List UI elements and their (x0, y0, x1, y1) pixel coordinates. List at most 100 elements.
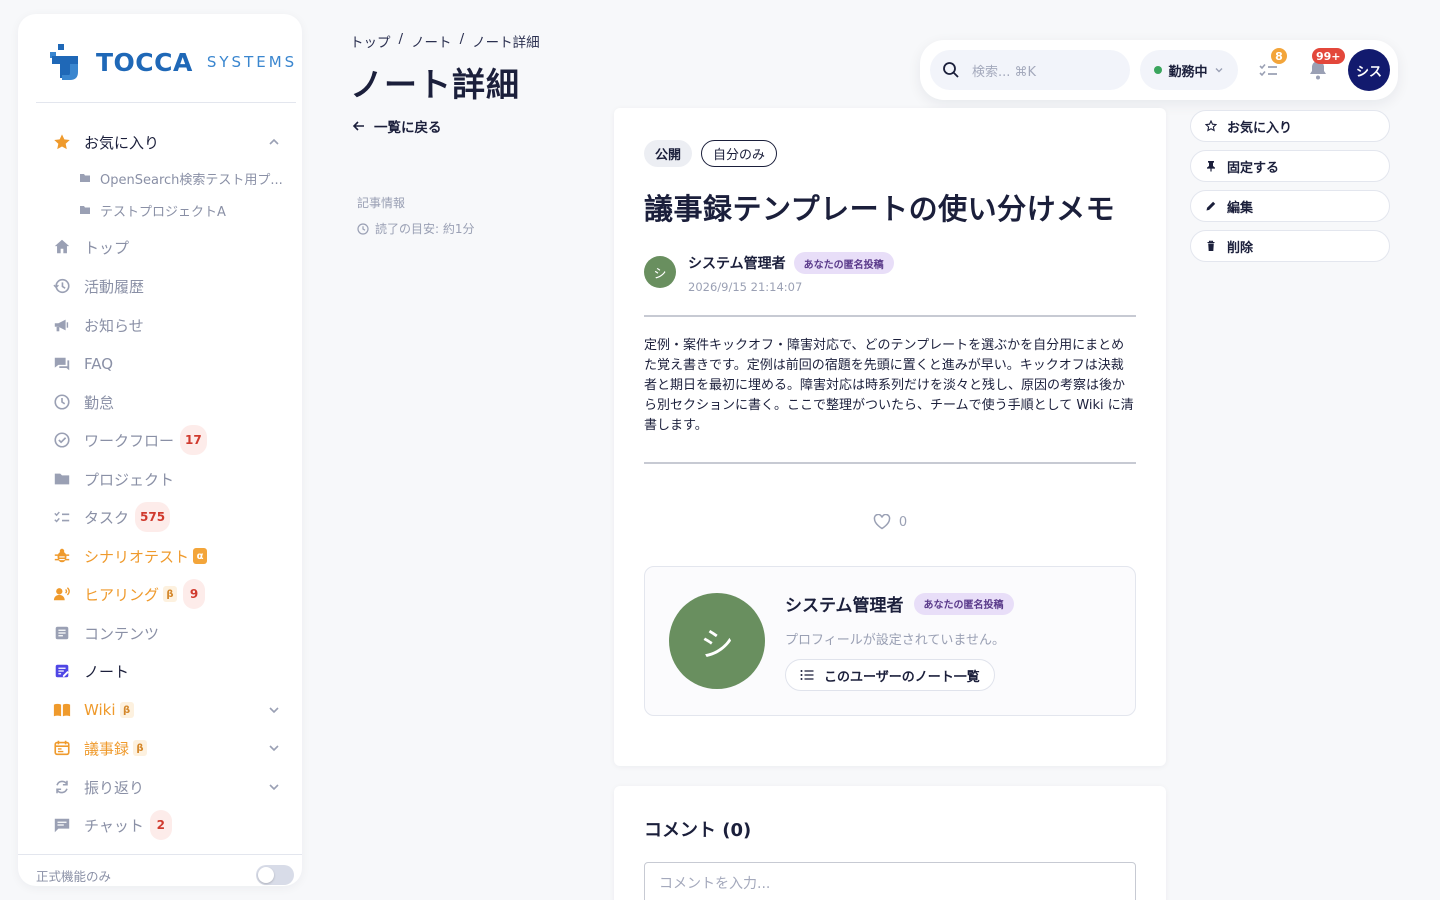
author-name[interactable]: システム管理者 (688, 253, 786, 273)
chevron-down-icon[interactable] (268, 781, 280, 793)
pin-button[interactable]: 固定する (1190, 150, 1390, 182)
public-chip: 公開 (644, 140, 693, 167)
anonymous-post-badge: あなたの匿名投稿 (793, 252, 894, 274)
profile-name[interactable]: システム管理者 (785, 591, 904, 616)
sidebar-item-faq[interactable]: FAQ (18, 346, 302, 382)
users-voice-icon (52, 584, 72, 604)
book-icon (52, 700, 72, 720)
article-body: 定例・案件キックオフ・障害対応で、どのテンプレートを選ぶかを自分用にまとめた覚え… (644, 338, 1134, 433)
check-circle-icon (52, 430, 72, 450)
work-status-dropdown[interactable]: 勤務中 (1140, 50, 1238, 90)
visibility-chips: 公開 自分のみ (644, 140, 778, 167)
sidebar-item-wiki[interactable]: Wiki β (18, 692, 302, 728)
sidebar-item-task[interactable]: タスク 575 (18, 499, 302, 535)
delete-button[interactable]: 削除 (1190, 230, 1390, 262)
brand-name: TOCCA (96, 47, 193, 77)
back-link-label: 一覧に戻る (374, 120, 442, 136)
pin-icon (1207, 161, 1215, 172)
sidebar-item-contents[interactable]: コンテンツ (18, 615, 302, 651)
hearing-count-badge: 9 (183, 579, 206, 609)
back-to-list-link[interactable]: 一覧に戻る (352, 116, 442, 136)
edit-label: 編集 (1227, 200, 1254, 216)
breadcrumb-item-note[interactable]: ノート (411, 31, 452, 51)
alpha-tag: α (193, 548, 208, 564)
favorite-button[interactable]: お気に入り (1190, 110, 1390, 142)
sidebar-item-attendance[interactable]: 勤怠 (18, 384, 302, 420)
sidebar-item-label: 振り返り (84, 778, 145, 797)
sidebar-item-note[interactable]: ノート (18, 653, 302, 689)
sidebar-item-minutes[interactable]: 議事録 β (18, 730, 302, 766)
notifications-count-badge: 99+ (1312, 48, 1345, 64)
favorite-label: お気に入り (1227, 120, 1293, 136)
page-title: ノート詳細 (350, 65, 520, 104)
chevron-up-icon[interactable] (268, 136, 280, 148)
brand-logo[interactable]: TOCCA SYSTEMS (48, 40, 297, 84)
anonymous-post-badge: あなたの匿名投稿 (913, 592, 1014, 615)
sidebar-item-retrospective[interactable]: 振り返り (18, 769, 302, 805)
sidebar-item-project[interactable]: プロジェクト (18, 461, 302, 497)
sidebar-item-label: お気に入り (84, 133, 160, 152)
sidebar-favorite-item[interactable]: テストプロジェクトA (18, 195, 302, 225)
user-notes-list-button[interactable]: このユーザーのノート一覧 (785, 659, 995, 691)
checklist-icon (52, 507, 72, 527)
read-time-text: 読了の目安: 約1分 (375, 222, 475, 236)
sidebar-item-news[interactable]: お知らせ (18, 307, 302, 343)
comments-title: コメント (0) (644, 820, 752, 841)
sidebar-item-label: FAQ (84, 355, 114, 373)
sidebar-item-label: テストプロジェクトA (100, 204, 226, 220)
pin-label: 固定する (1227, 160, 1280, 176)
author-name-row: システム管理者 あなたの匿名投稿 (688, 252, 894, 274)
chevron-down-icon[interactable] (268, 704, 280, 716)
chevron-down-icon (1215, 68, 1222, 73)
task-count-badge: 575 (135, 502, 171, 532)
sidebar-item-label: 議事録 (84, 739, 130, 758)
tasks-button[interactable]: 8 (1257, 48, 1287, 82)
sidebar-footer-divider (18, 854, 302, 855)
sidebar-item-hearing[interactable]: ヒアリング β 9 (18, 576, 302, 612)
edit-button[interactable]: 編集 (1190, 190, 1390, 222)
author-info: シ システム管理者 あなたの匿名投稿 2026/9/15 21:14:07 (644, 252, 894, 294)
official-only-label: 正式機能のみ (36, 869, 112, 884)
sidebar-favorite-item[interactable]: OpenSearch検索テスト用プ... (18, 163, 302, 193)
history-icon (52, 276, 72, 296)
beta-tag: β (133, 740, 148, 756)
profile-avatar[interactable]: シ (669, 593, 765, 689)
folder-icon (78, 171, 92, 185)
heart-icon (873, 514, 891, 530)
brand-suffix: SYSTEMS (206, 53, 298, 71)
sidebar-item-favorites[interactable]: お気に入り (18, 124, 302, 160)
author-avatar[interactable]: シ (644, 256, 676, 288)
sidebar-item-label: トップ (84, 238, 130, 257)
search-box[interactable]: 検索... ⌘K (930, 50, 1130, 90)
star-icon (52, 132, 72, 152)
like-button[interactable]: 0 (614, 514, 1166, 530)
sidebar-item-label: OpenSearch検索テスト用プ... (100, 172, 283, 188)
sidebar-item-workflow[interactable]: ワークフロー 17 (18, 422, 302, 458)
read-time: 読了の目安: 約1分 (357, 220, 475, 237)
work-status-label: 勤務中 (1168, 64, 1208, 80)
comment-input[interactable] (644, 862, 1136, 900)
breadcrumb-item-top[interactable]: トップ (350, 31, 391, 51)
logo-mark-icon (50, 44, 78, 80)
beta-tag: β (163, 586, 178, 602)
workflow-count-badge: 17 (180, 425, 207, 455)
official-only-toggle[interactable] (256, 865, 294, 885)
folder-icon (78, 203, 92, 217)
breadcrumb-separator: / (398, 31, 404, 47)
sidebar-item-label: お知らせ (84, 316, 144, 335)
article-info-label: 記事情報 (357, 196, 406, 210)
sidebar-item-label: 勤怠 (84, 393, 115, 412)
sidebar-item-activity[interactable]: 活動履歴 (18, 268, 302, 304)
trash-icon (1207, 240, 1215, 251)
tasks-count-badge: 8 (1271, 48, 1287, 64)
top-bar: 検索... ⌘K 勤務中 8 99+ シス (920, 40, 1398, 100)
home-icon (52, 237, 72, 257)
sidebar-item-scenario-test[interactable]: シナリオテスト α (18, 538, 302, 574)
sidebar-item-chat[interactable]: チャット 2 (18, 807, 302, 843)
user-avatar[interactable]: シス (1348, 49, 1390, 91)
chevron-down-icon[interactable] (268, 742, 280, 754)
note-article-card: 公開 自分のみ 議事録テンプレートの使い分けメモ シ システム管理者 あなたの匿… (614, 108, 1166, 766)
notifications-button[interactable]: 99+ (1306, 48, 1345, 82)
sidebar-item-top[interactable]: トップ (18, 229, 302, 265)
refresh-icon (52, 777, 72, 797)
